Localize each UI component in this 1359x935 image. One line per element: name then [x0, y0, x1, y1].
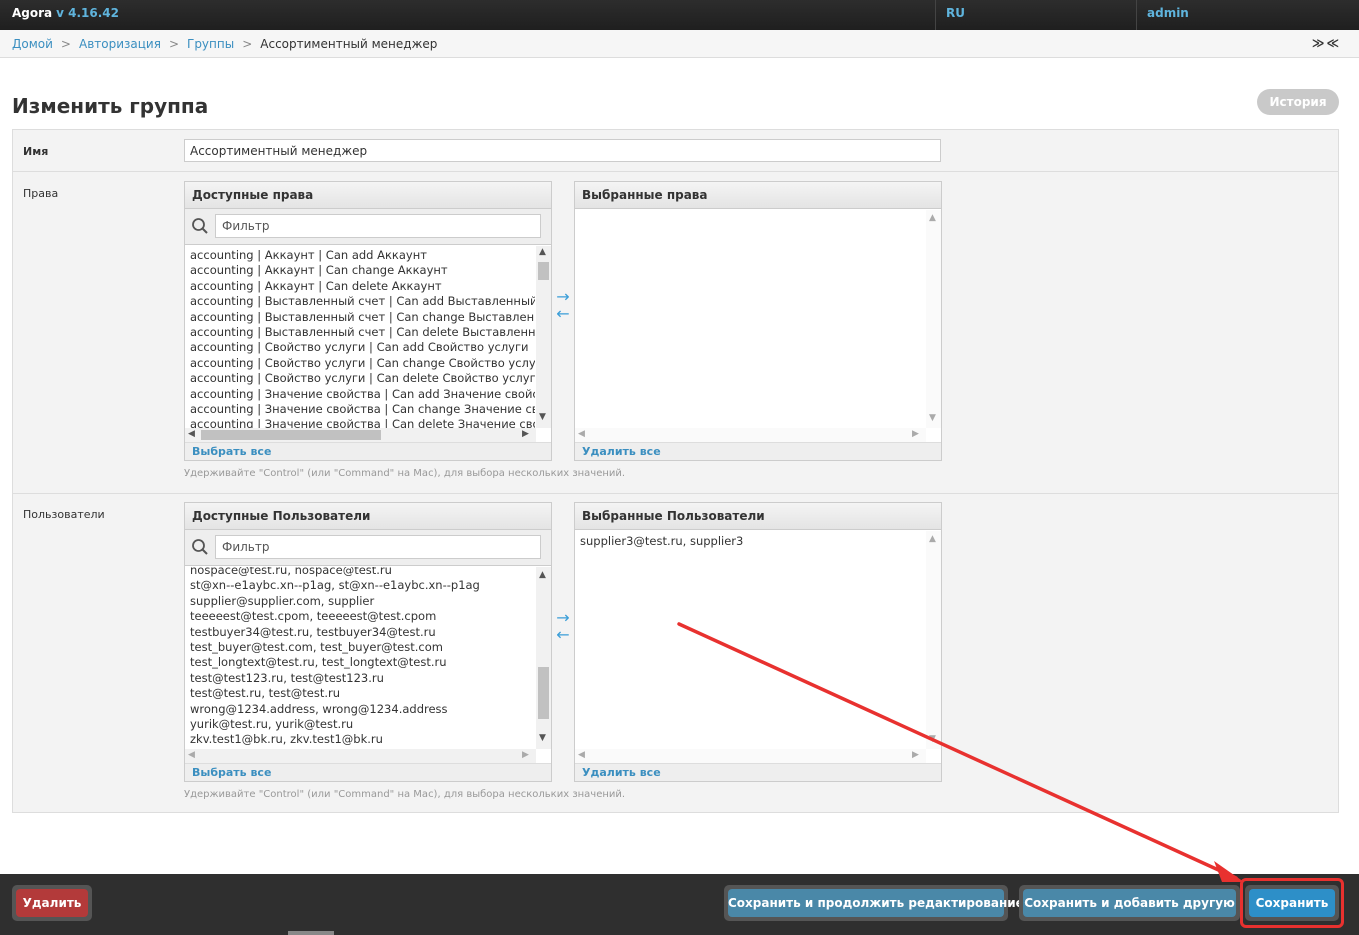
annotation-arrow [677, 622, 1244, 882]
annotation-highlight [1240, 878, 1344, 928]
